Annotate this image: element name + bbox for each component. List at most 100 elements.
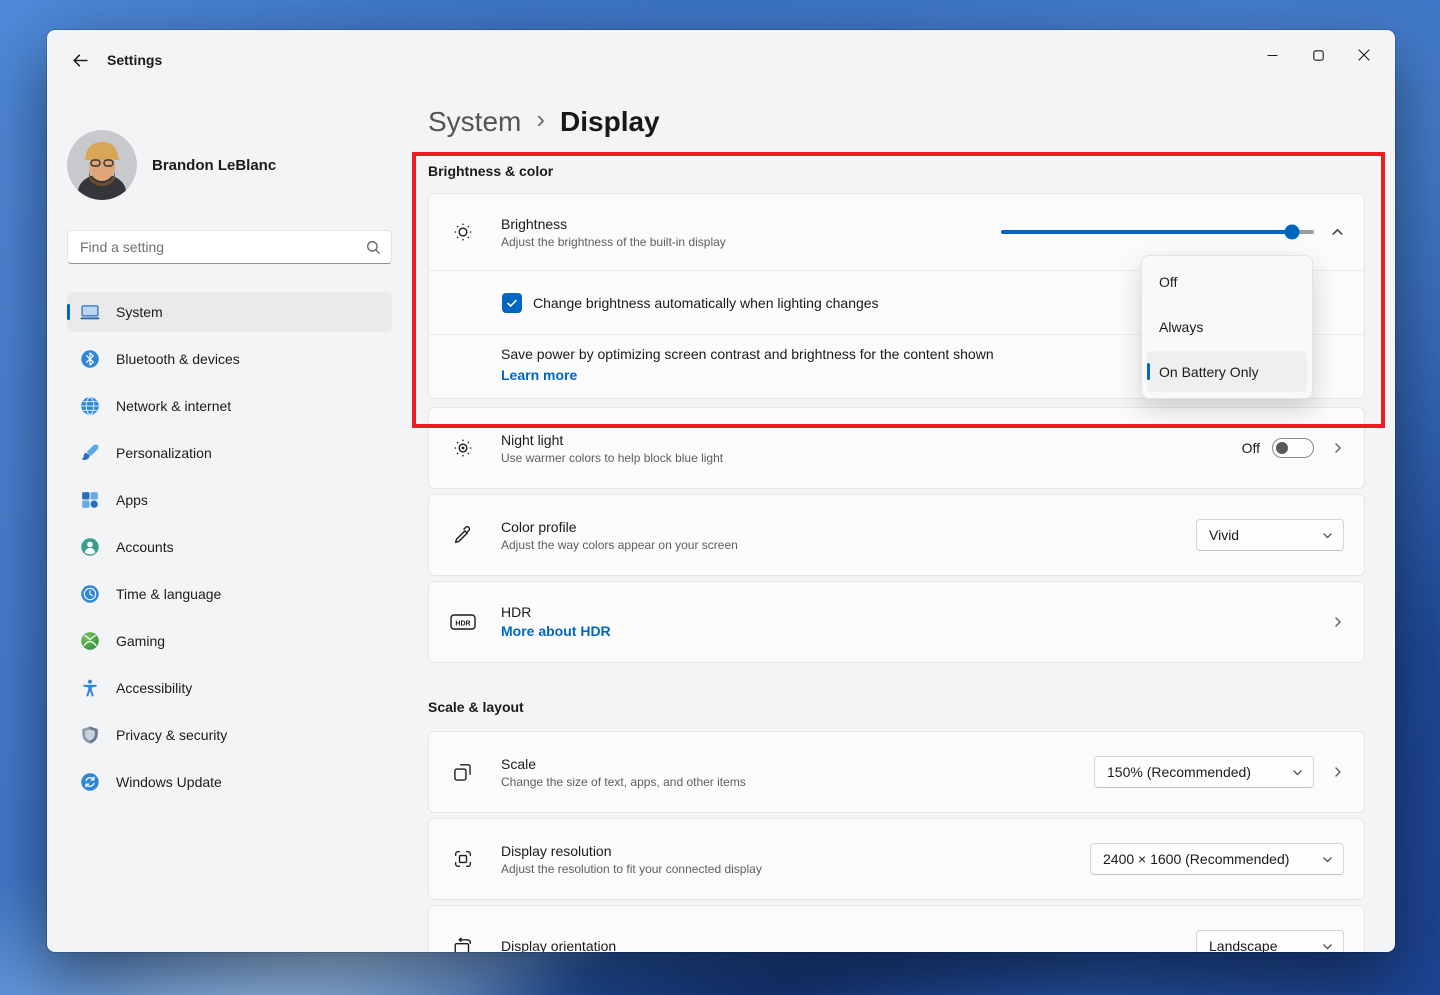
user-name: Brandon LeBlanc [152, 157, 276, 174]
scale-dropdown[interactable]: 150% (Recommended) [1094, 756, 1314, 788]
flyout-option-off[interactable]: Off [1147, 261, 1307, 302]
search-box[interactable] [67, 230, 392, 264]
sidebar-item-label: Time & language [116, 586, 221, 602]
sidebar-item-network-internet[interactable]: Network & internet [67, 386, 392, 426]
scale-icon [450, 761, 476, 783]
back-arrow-icon [72, 52, 89, 69]
display-orientation-dropdown[interactable]: Landscape [1196, 930, 1344, 952]
titlebar: Settings [47, 30, 1395, 90]
sidebar-item-label: Accessibility [116, 680, 192, 696]
personalization-icon [80, 443, 100, 463]
night-light-toggle[interactable] [1272, 438, 1314, 458]
settings-window: Settings [47, 30, 1395, 952]
flyout-option-label: Always [1159, 319, 1203, 335]
maximize-icon [1313, 50, 1324, 61]
sidebar-item-privacy-security[interactable]: Privacy & security [67, 715, 392, 755]
chevron-up-icon[interactable] [1330, 226, 1344, 239]
display-resolution-value: 2400 × 1600 (Recommended) [1103, 851, 1289, 867]
breadcrumb: System › Display [428, 104, 1365, 139]
time-language-icon [80, 584, 100, 604]
learn-more-link[interactable]: Learn more [501, 367, 577, 383]
chevron-down-icon [1322, 941, 1333, 952]
bluetooth-icon [80, 349, 100, 369]
hdr-icon: HDR [450, 612, 476, 632]
sidebar-item-system[interactable]: System [67, 292, 392, 332]
sidebar-item-accessibility[interactable]: Accessibility [67, 668, 392, 708]
flyout-option-always[interactable]: Always [1147, 306, 1307, 347]
color-profile-description: Adjust the way colors appear on your scr… [501, 538, 1196, 552]
sidebar-item-label: Gaming [116, 633, 165, 649]
display-resolution-card: Display resolution Adjust the resolution… [428, 818, 1365, 900]
hdr-card[interactable]: HDR HDR More about HDR [428, 581, 1365, 663]
user-profile[interactable]: Brandon LeBlanc [67, 130, 392, 200]
sidebar-item-label: Personalization [116, 445, 212, 461]
more-about-hdr-link[interactable]: More about HDR [501, 623, 611, 639]
display-orientation-title: Display orientation [501, 938, 1196, 952]
flyout-option-label: Off [1159, 274, 1177, 290]
brightness-slider[interactable] [1001, 222, 1314, 242]
privacy-security-icon [80, 725, 100, 745]
chevron-down-icon [1322, 530, 1333, 541]
checkmark-icon [506, 297, 518, 309]
display-resolution-icon [450, 848, 476, 870]
sidebar-item-bluetooth-devices[interactable]: Bluetooth & devices [67, 339, 392, 379]
sidebar-item-time-language[interactable]: Time & language [67, 574, 392, 614]
color-profile-card: Color profile Adjust the way colors appe… [428, 494, 1365, 576]
breadcrumb-system[interactable]: System [428, 106, 521, 138]
chevron-down-icon [1322, 854, 1333, 865]
slider-knob[interactable] [1285, 225, 1300, 240]
close-button[interactable] [1341, 36, 1387, 74]
chevron-right-icon[interactable] [1332, 616, 1344, 628]
section-header-scale-layout: Scale & layout [428, 699, 1365, 721]
color-profile-title: Color profile [501, 519, 1196, 535]
display-resolution-dropdown[interactable]: 2400 × 1600 (Recommended) [1090, 843, 1344, 875]
sidebar-item-accounts[interactable]: Accounts [67, 527, 392, 567]
minimize-button[interactable] [1249, 36, 1295, 74]
search-input[interactable] [80, 239, 366, 255]
sidebar-item-personalization[interactable]: Personalization [67, 433, 392, 473]
night-light-title: Night light [501, 432, 1242, 448]
sidebar-item-label: Apps [116, 492, 148, 508]
sidebar-nav: System Bluetooth & devices Network & int… [67, 292, 392, 802]
slider-fill [1001, 230, 1292, 234]
scale-card[interactable]: Scale Change the size of text, apps, and… [428, 731, 1365, 813]
sidebar-item-label: Network & internet [116, 398, 231, 414]
auto-brightness-flyout-menu: Off Always On Battery Only [1141, 255, 1313, 399]
section-header-brightness-color: Brightness & color [428, 163, 1365, 185]
chevron-right-icon[interactable] [1332, 442, 1344, 454]
sidebar-item-gaming[interactable]: Gaming [67, 621, 392, 661]
chevron-right-icon[interactable] [1332, 766, 1344, 778]
night-light-card[interactable]: Night light Use warmer colors to help bl… [428, 407, 1365, 489]
hdr-title: HDR [501, 604, 1314, 620]
flyout-option-on-battery-only[interactable]: On Battery Only [1147, 351, 1307, 392]
scale-title: Scale [501, 756, 1094, 772]
sidebar-item-windows-update[interactable]: Windows Update [67, 762, 392, 802]
auto-brightness-label: Change brightness automatically when lig… [533, 295, 879, 311]
slider-track[interactable] [1001, 230, 1314, 234]
accounts-icon [80, 537, 100, 557]
breadcrumb-separator-icon: › [536, 104, 545, 135]
accessibility-icon [80, 678, 100, 698]
display-orientation-icon [450, 935, 476, 952]
auto-brightness-checkbox[interactable] [502, 293, 522, 313]
window-controls [1249, 36, 1387, 74]
sidebar-item-label: Bluetooth & devices [116, 351, 240, 367]
selection-accent-bar [1147, 363, 1150, 380]
svg-text:HDR: HDR [455, 620, 470, 627]
brightness-description: Adjust the brightness of the built-in di… [501, 235, 1001, 249]
chevron-down-icon [1292, 767, 1303, 778]
avatar [67, 130, 137, 200]
window-title: Settings [107, 52, 162, 68]
sidebar: Brandon LeBlanc System Bluetooth & devic… [67, 90, 392, 952]
brightness-title: Brightness [501, 216, 1001, 232]
page-title: Display [560, 106, 660, 138]
display-resolution-description: Adjust the resolution to fit your connec… [501, 862, 1090, 876]
display-orientation-value: Landscape [1209, 938, 1278, 952]
color-profile-dropdown[interactable]: Vivid [1196, 519, 1344, 551]
sidebar-item-label: System [116, 304, 163, 320]
gaming-icon [80, 631, 100, 651]
toggle-knob [1276, 442, 1288, 454]
back-button[interactable] [63, 44, 97, 76]
sidebar-item-apps[interactable]: Apps [67, 480, 392, 520]
maximize-button[interactable] [1295, 36, 1341, 74]
